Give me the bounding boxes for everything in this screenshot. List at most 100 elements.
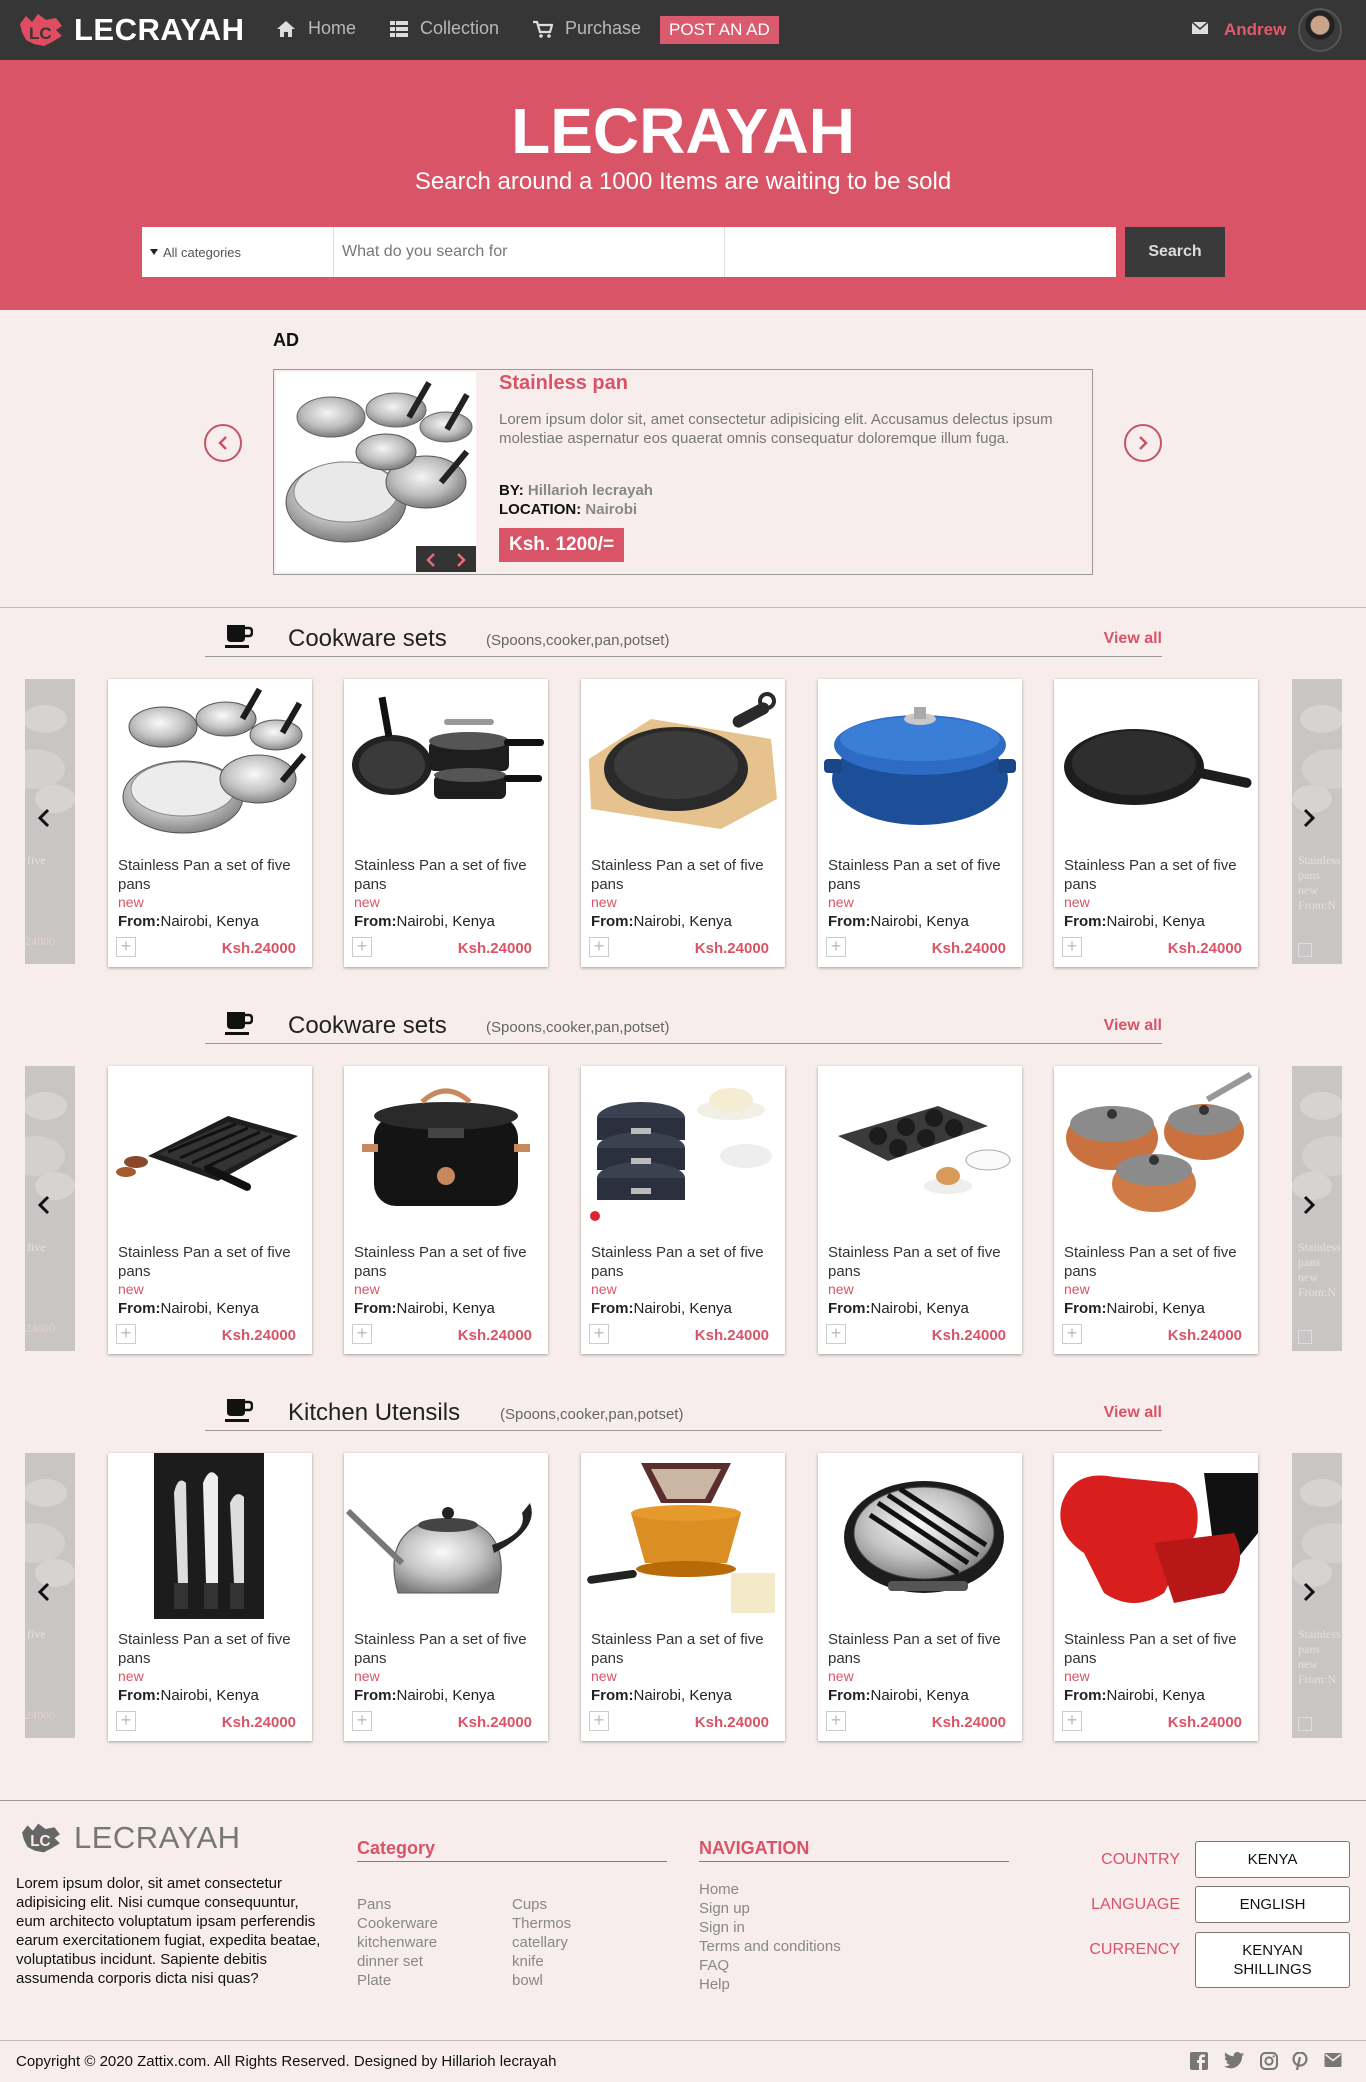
product-image[interactable]	[344, 1453, 548, 1619]
footer-nav-link[interactable]: Home	[699, 1880, 841, 1899]
nav-purchase[interactable]: Purchase	[533, 18, 641, 39]
view-all-link[interactable]: View all	[1104, 1404, 1162, 1422]
product-name[interactable]: Stainless Pan a set of five pans	[591, 1243, 771, 1281]
product-name[interactable]: Stainless Pan a set of five pans	[354, 1243, 534, 1281]
product-card[interactable]: Stainless Pan a set of five pans new From:…	[344, 679, 548, 967]
view-all-link[interactable]: View all	[1104, 1017, 1162, 1035]
product-card[interactable]: Stainless Pan a set of five pans new From:…	[818, 679, 1022, 967]
footer-category-link[interactable]: Thermos	[512, 1914, 571, 1933]
footer-nav-link[interactable]: Terms and conditions	[699, 1937, 841, 1956]
product-image[interactable]	[344, 679, 548, 845]
add-to-cart-button[interactable]: +	[589, 1324, 609, 1344]
product-card[interactable]: Stainless Pan a set of five pans new From:…	[581, 1066, 785, 1354]
product-card[interactable]: Stainless Pan a set of five pans new From:…	[108, 1066, 312, 1354]
add-to-cart-button[interactable]: +	[352, 1324, 372, 1344]
add-to-cart-button[interactable]: +	[1062, 1711, 1082, 1731]
add-to-cart-button[interactable]: +	[116, 1711, 136, 1731]
product-name[interactable]: Stainless Pan a set of five pans	[591, 856, 771, 894]
product-card[interactable]: Stainless Pan a set of five pans new From:…	[344, 1453, 548, 1741]
nav-home[interactable]: Home	[276, 18, 356, 39]
footer-nav-link[interactable]: Sign in	[699, 1918, 841, 1937]
product-name[interactable]: Stainless Pan a set of five pans	[354, 856, 534, 894]
product-name[interactable]: Stainless Pan a set of five pans	[118, 1630, 298, 1668]
product-name[interactable]: Stainless Pan a set of five pans	[828, 1630, 1008, 1668]
footer-category-link[interactable]: Cups	[512, 1895, 571, 1914]
footer-category-link[interactable]: Pans	[357, 1895, 438, 1914]
product-card[interactable]: Stainless Pan a set of five pans new From:…	[581, 679, 785, 967]
search-location-input[interactable]	[725, 227, 1116, 277]
product-image[interactable]	[108, 679, 312, 845]
product-image[interactable]	[1054, 1066, 1258, 1232]
footer-category-link[interactable]: Cookerware	[357, 1914, 438, 1933]
email-icon[interactable]	[1324, 2052, 1342, 2068]
product-image[interactable]	[1054, 1453, 1258, 1619]
nav-collection[interactable]: Collection	[390, 18, 499, 39]
product-name[interactable]: Stainless Pan a set of five pans	[354, 1630, 534, 1668]
product-image[interactable]	[108, 1453, 312, 1619]
add-to-cart-button[interactable]: +	[352, 1711, 372, 1731]
product-name[interactable]: Stainless Pan a set of five pans	[1064, 1630, 1244, 1668]
carousel-prev-icon[interactable]	[37, 808, 51, 828]
carousel-next-icon[interactable]	[1302, 1195, 1316, 1215]
carousel-prev-icon[interactable]	[37, 1582, 51, 1602]
footer-category-link[interactable]: kitchenware	[357, 1933, 438, 1952]
add-to-cart-button[interactable]: +	[589, 1711, 609, 1731]
footer-category-link[interactable]: Plate	[357, 1971, 438, 1990]
product-card[interactable]: Stainless Pan a set of five pans new From:…	[818, 1453, 1022, 1741]
product-card[interactable]: Stainless Pan a set of five pans new From:…	[344, 1066, 548, 1354]
product-image[interactable]	[108, 1066, 312, 1232]
add-to-cart-button[interactable]: +	[826, 1324, 846, 1344]
product-card[interactable]: Stainless Pan a set of five pans new From:…	[1054, 679, 1258, 967]
add-to-cart-button[interactable]: +	[116, 1324, 136, 1344]
carousel-next-icon[interactable]	[1302, 808, 1316, 828]
product-image[interactable]	[818, 1066, 1022, 1232]
product-image[interactable]	[1054, 679, 1258, 845]
product-name[interactable]: Stainless Pan a set of five pans	[591, 1630, 771, 1668]
country-select[interactable]: KENYA	[1195, 1841, 1350, 1878]
product-name[interactable]: Stainless Pan a set of five pans	[118, 1243, 298, 1281]
product-card[interactable]: Stainless Pan a set of five pans new From:…	[108, 1453, 312, 1741]
add-to-cart-button[interactable]: +	[352, 937, 372, 957]
footer-nav-link[interactable]: Sign up	[699, 1899, 841, 1918]
product-name[interactable]: Stainless Pan a set of five pans	[828, 1243, 1008, 1281]
product-name[interactable]: Stainless Pan a set of five pans	[1064, 1243, 1244, 1281]
product-name[interactable]: Stainless Pan a set of five pans	[118, 856, 298, 894]
twitter-icon[interactable]	[1224, 2052, 1244, 2069]
footer-brand[interactable]: LC LECRAYAH	[16, 1820, 241, 1856]
product-card[interactable]: Stainless Pan a set of five pans new From:…	[581, 1453, 785, 1741]
product-card[interactable]: Stainless Pan a set of five pans new From:…	[1054, 1066, 1258, 1354]
ad-card[interactable]: Stainless pan Lorem ipsum dolor sit, ame…	[273, 369, 1093, 575]
product-card[interactable]: Stainless Pan a set of five pans new From:…	[108, 679, 312, 967]
view-all-link[interactable]: View all	[1104, 630, 1162, 648]
product-image[interactable]	[818, 1453, 1022, 1619]
add-to-cart-button[interactable]: +	[589, 937, 609, 957]
instagram-icon[interactable]	[1260, 2052, 1278, 2070]
user-name-link[interactable]: Andrew	[1224, 20, 1286, 40]
carousel-next-icon[interactable]	[1302, 1582, 1316, 1602]
product-name[interactable]: Stainless Pan a set of five pans	[828, 856, 1008, 894]
ad-title[interactable]: Stainless pan	[499, 372, 628, 395]
ad-next-button[interactable]	[1124, 424, 1162, 462]
product-card[interactable]: Stainless Pan a set of five pans new From:…	[818, 1066, 1022, 1354]
product-image[interactable]	[581, 1453, 785, 1619]
add-to-cart-button[interactable]: +	[826, 937, 846, 957]
search-input[interactable]	[334, 227, 725, 277]
footer-category-link[interactable]: knife	[512, 1952, 571, 1971]
language-select[interactable]: ENGLISH	[1195, 1886, 1350, 1923]
product-image[interactable]	[581, 1066, 785, 1232]
product-image[interactable]	[818, 679, 1022, 845]
add-to-cart-button[interactable]: +	[1062, 937, 1082, 957]
user-avatar[interactable]	[1298, 8, 1342, 52]
ad-prev-button[interactable]	[204, 424, 242, 462]
footer-nav-link[interactable]: Help	[699, 1975, 841, 1994]
image-next-icon[interactable]	[456, 553, 466, 567]
currency-select[interactable]: KENYAN SHILLINGS	[1195, 1932, 1350, 1988]
product-image[interactable]	[344, 1066, 548, 1232]
add-to-cart-button[interactable]: +	[1062, 1324, 1082, 1344]
footer-nav-link[interactable]: FAQ	[699, 1956, 841, 1975]
pinterest-icon[interactable]	[1292, 2052, 1308, 2070]
post-ad-button[interactable]: POST AN AD	[660, 16, 779, 44]
image-prev-icon[interactable]	[426, 553, 436, 567]
footer-category-link[interactable]: catellary	[512, 1933, 571, 1952]
product-name[interactable]: Stainless Pan a set of five pans	[1064, 856, 1244, 894]
